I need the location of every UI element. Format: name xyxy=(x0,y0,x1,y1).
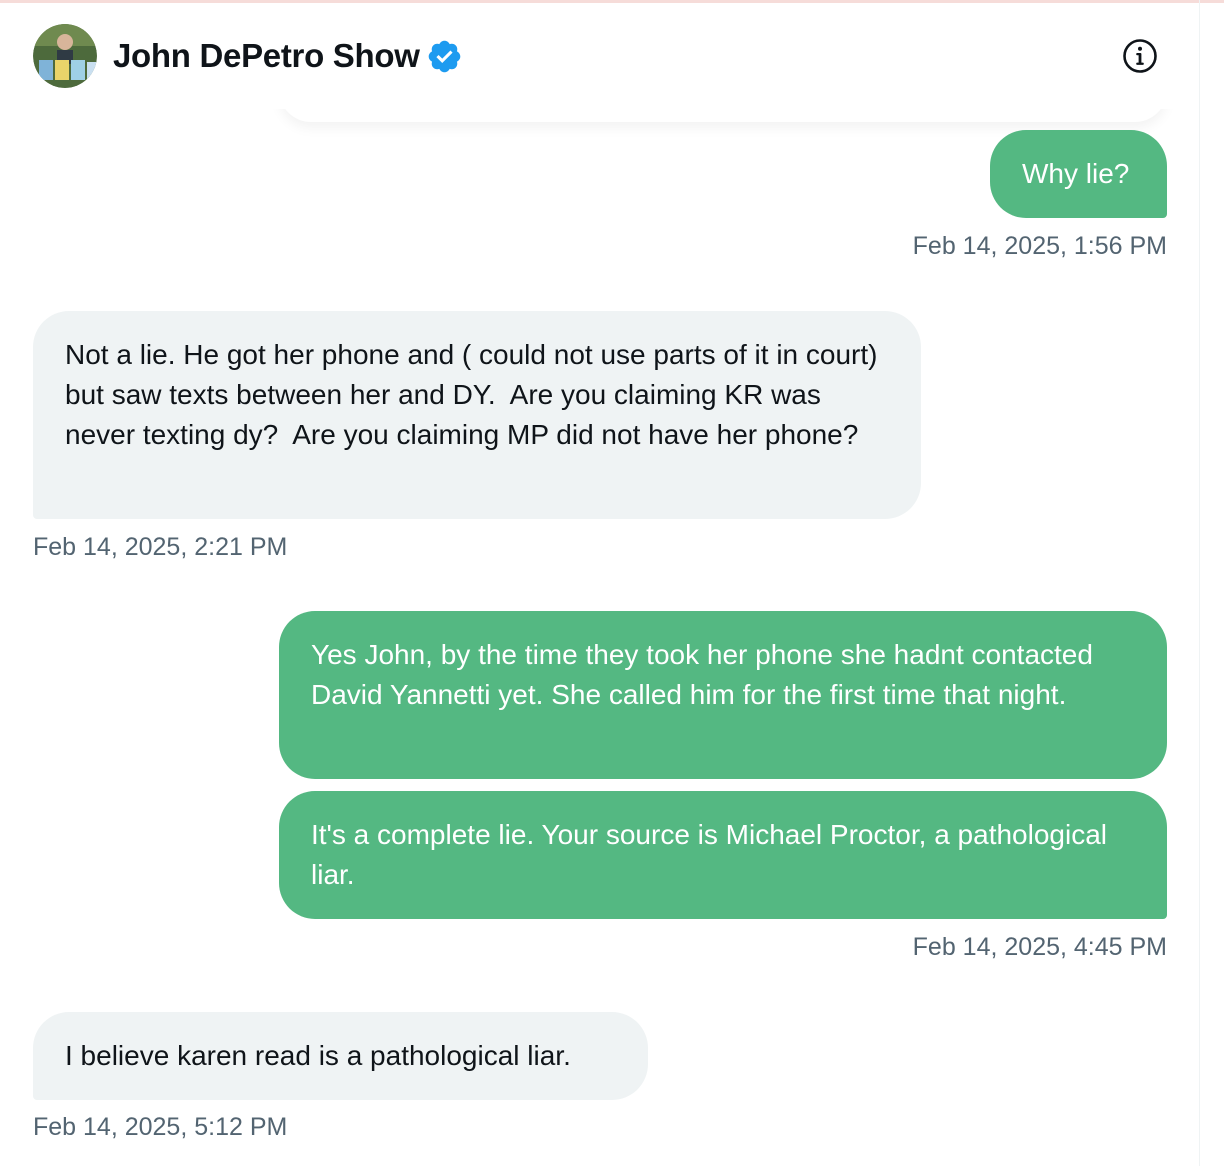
message-timestamp: Feb 14, 2025, 1:56 PM xyxy=(912,232,1167,260)
info-icon[interactable] xyxy=(1121,37,1159,75)
avatar-image-icon xyxy=(33,24,97,88)
message-bubble-received[interactable]: Not a lie. He got her phone and ( could … xyxy=(33,311,921,519)
dm-conversation-view: John DePetro Show Why lie? Feb 14, 2025,… xyxy=(0,0,1224,1166)
right-border-divider xyxy=(1199,0,1200,1166)
header-title[interactable]: John DePetro Show xyxy=(113,36,463,76)
avatar[interactable] xyxy=(33,24,97,88)
message-bubble-sent[interactable]: Yes John, by the time they took her phon… xyxy=(279,611,1167,779)
message-timestamp: Feb 14, 2025, 4:45 PM xyxy=(912,933,1167,961)
verified-badge-icon xyxy=(428,40,460,72)
conversation-header: John DePetro Show xyxy=(0,3,1199,109)
message-timestamp: Feb 14, 2025, 5:12 PM xyxy=(33,1113,288,1141)
contact-name: John DePetro Show xyxy=(113,37,420,74)
message-bubble-received[interactable]: I believe karen read is a pathological l… xyxy=(33,1012,648,1100)
message-bubble-sent[interactable]: Why lie? xyxy=(990,130,1167,218)
message-bubble-sent[interactable]: It's a complete lie. Your source is Mich… xyxy=(279,791,1167,919)
message-timestamp: Feb 14, 2025, 2:21 PM xyxy=(33,533,288,561)
